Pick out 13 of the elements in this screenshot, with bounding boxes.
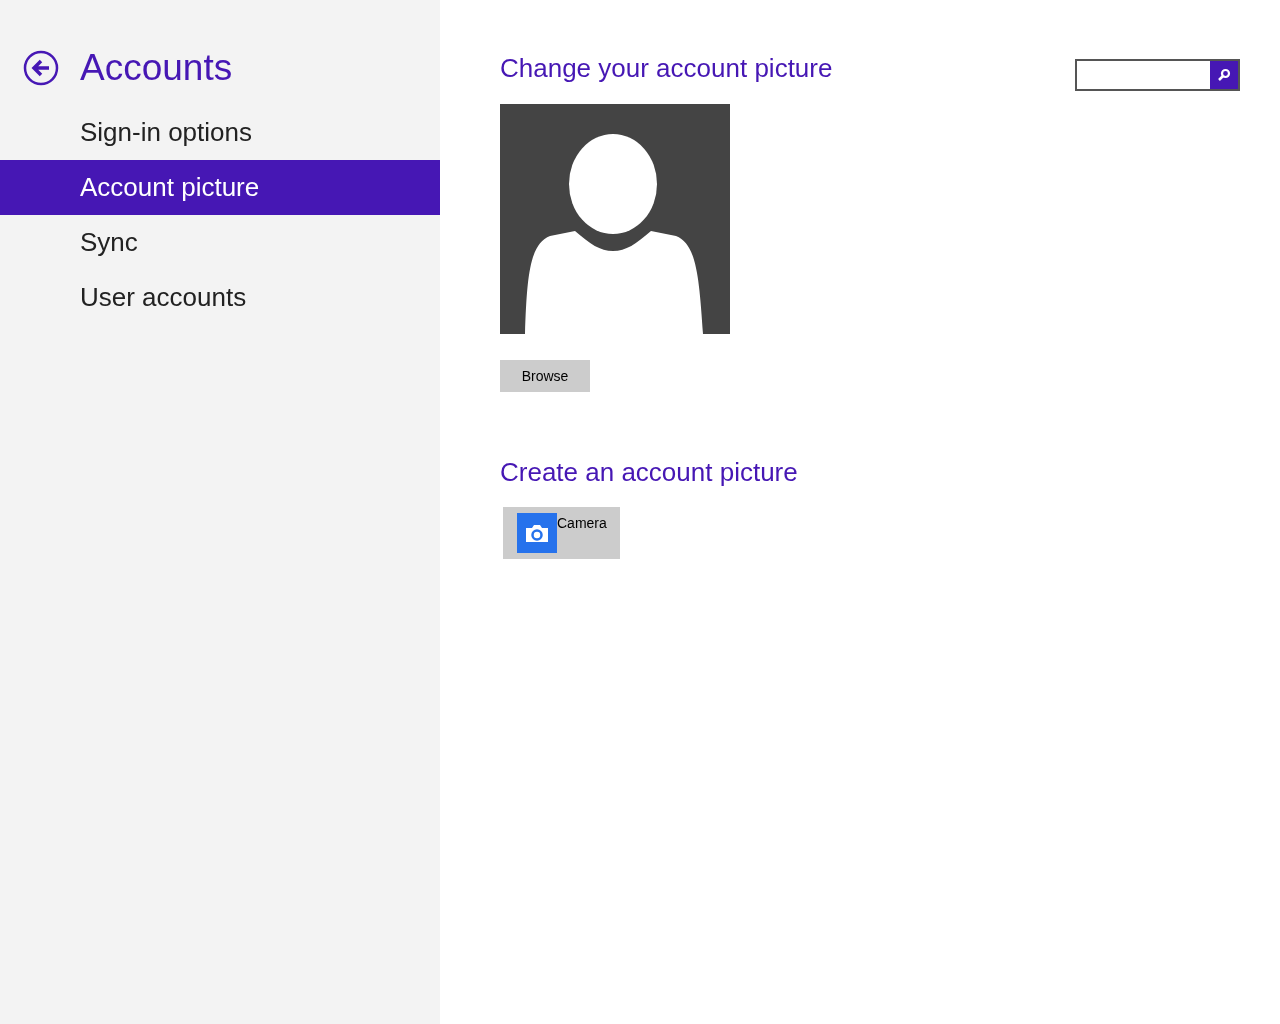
camera-app-tile[interactable]: Camera (503, 507, 620, 559)
nav-item[interactable]: User accounts (0, 270, 440, 325)
page-title: Accounts (80, 47, 233, 89)
nav-item[interactable]: Sign-in options (0, 105, 440, 160)
section-heading: Change your account picture (500, 53, 833, 85)
search-field[interactable] (1075, 59, 1240, 91)
nav-item[interactable]: Account picture (0, 160, 440, 215)
camera-icon (517, 513, 557, 553)
search-icon (1217, 68, 1231, 82)
nav-item[interactable]: Sync (0, 215, 440, 270)
search-button[interactable] (1210, 61, 1238, 89)
browse-button[interactable]: Browse (500, 360, 590, 392)
section-heading: Create an account picture (500, 457, 798, 489)
